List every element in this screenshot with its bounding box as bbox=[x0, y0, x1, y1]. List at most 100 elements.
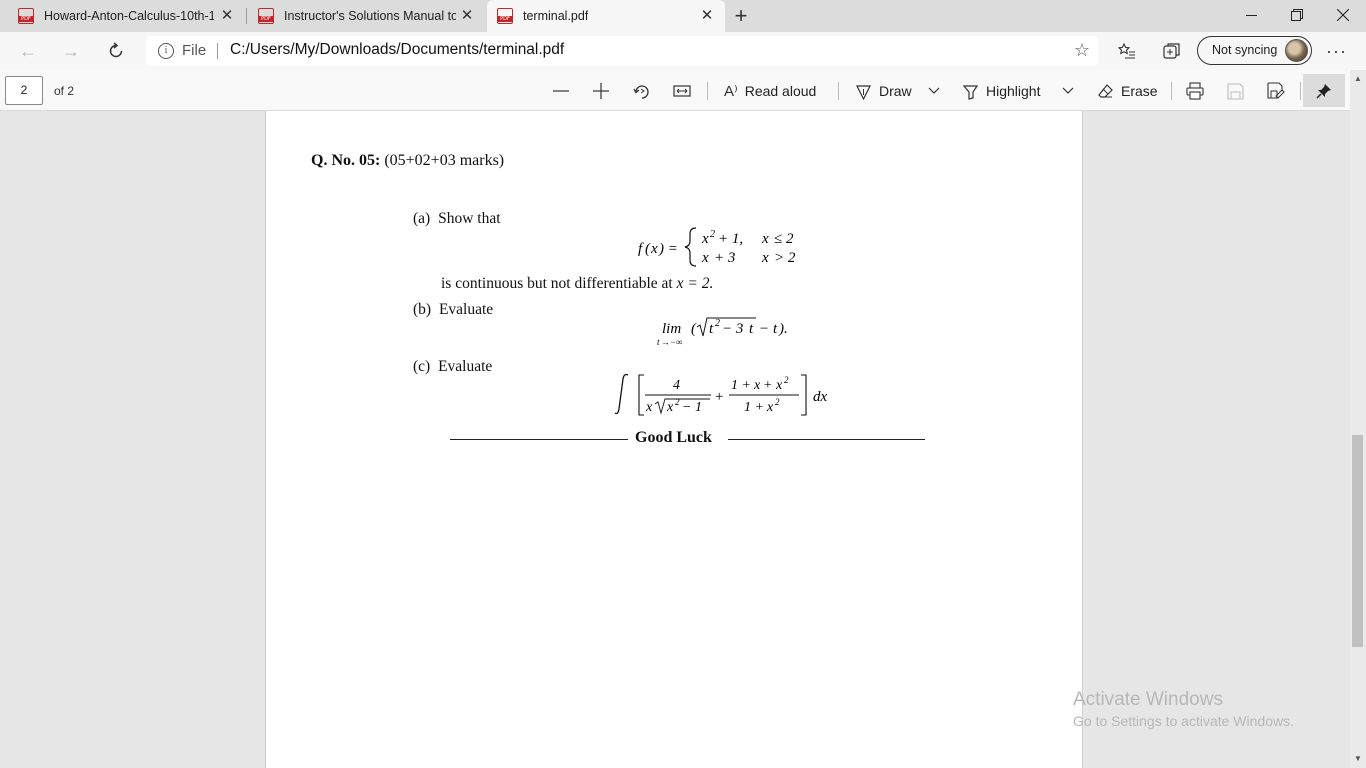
minimize-icon bbox=[1245, 14, 1257, 16]
part-c-label: (c) bbox=[413, 358, 431, 375]
profile-sync-button[interactable]: Not syncing bbox=[1197, 36, 1312, 65]
url-text[interactable]: C:/Users/My/Downloads/Documents/terminal… bbox=[230, 41, 564, 59]
print-button[interactable] bbox=[1186, 80, 1204, 102]
refresh-icon bbox=[109, 42, 123, 58]
vertical-scrollbar[interactable]: ▲ ▼ bbox=[1350, 70, 1366, 768]
scrollbar-thumb[interactable] bbox=[1352, 435, 1363, 647]
svg-text:x: x bbox=[753, 378, 761, 393]
integral-expression: 4 x x 2 − 1 + 1 + x + x 2 1 + x 2 dx bbox=[614, 373, 828, 416]
part-c-prompt: (c) Evaluate bbox=[413, 358, 492, 376]
zoom-in-button[interactable] bbox=[592, 80, 610, 102]
toolbar-divider bbox=[707, 82, 708, 100]
highlight-options-dropdown[interactable] bbox=[1062, 80, 1074, 102]
save-as-icon bbox=[1267, 82, 1285, 99]
erase-button[interactable]: Erase bbox=[1097, 80, 1158, 102]
read-aloud-icon: A⁾ bbox=[724, 83, 738, 100]
forward-arrow-icon: → bbox=[62, 40, 80, 61]
svg-text:+ 3: + 3 bbox=[714, 250, 735, 266]
rotate-icon bbox=[633, 85, 649, 99]
chevron-down-icon bbox=[928, 87, 940, 94]
rotate-button[interactable] bbox=[633, 80, 651, 102]
refresh-button[interactable] bbox=[102, 38, 130, 64]
svg-text:f: f bbox=[638, 241, 644, 257]
svg-text:) =: ) = bbox=[658, 241, 678, 257]
svg-text:2: 2 bbox=[710, 229, 715, 240]
watermark-title: Activate Windows bbox=[1073, 689, 1223, 710]
save-button[interactable] bbox=[1227, 80, 1244, 102]
close-tab-icon[interactable]: ✕ bbox=[219, 8, 235, 24]
pin-icon bbox=[1316, 83, 1331, 99]
document-viewport[interactable]: Q. No. 05: (05+02+03 marks) (a) Show tha… bbox=[0, 111, 1350, 768]
svg-text:t: t bbox=[773, 321, 778, 337]
draw-label: Draw bbox=[879, 83, 912, 99]
fit-width-icon bbox=[673, 85, 691, 97]
svg-text:x: x bbox=[650, 241, 658, 257]
highlighter-icon bbox=[962, 84, 979, 100]
close-tab-icon[interactable]: ✕ bbox=[699, 8, 715, 24]
back-arrow-icon: ← bbox=[19, 40, 37, 61]
close-icon bbox=[1337, 9, 1349, 21]
draw-button[interactable]: Draw bbox=[855, 80, 912, 102]
pin-toolbar-button[interactable] bbox=[1303, 74, 1345, 107]
page-number-input[interactable]: 2 bbox=[5, 76, 43, 105]
favorites-button[interactable] bbox=[1114, 39, 1140, 63]
tab-divider bbox=[246, 8, 247, 24]
svg-text:dx: dx bbox=[813, 389, 828, 405]
svg-text:1 +: 1 + bbox=[731, 378, 751, 393]
close-window-button[interactable] bbox=[1320, 0, 1366, 30]
scroll-down-icon[interactable]: ▼ bbox=[1354, 754, 1362, 763]
back-button[interactable]: ← bbox=[14, 38, 42, 64]
tab-howard-anton[interactable]: Howard-Anton-Calculus-10th-1 ✕ bbox=[0, 0, 245, 32]
svg-text:+: + bbox=[763, 378, 772, 393]
restore-button[interactable] bbox=[1274, 0, 1320, 30]
save-as-button[interactable] bbox=[1267, 80, 1285, 102]
page-count-label: of 2 bbox=[54, 84, 75, 98]
collections-button[interactable] bbox=[1159, 39, 1185, 63]
address-field[interactable]: i File C:/Users/My/Downloads/Documents/t… bbox=[146, 36, 1098, 66]
fit-page-button[interactable] bbox=[673, 80, 691, 102]
question-heading: Q. No. 05: (05+02+03 marks) bbox=[311, 152, 504, 170]
site-info-icon[interactable]: i bbox=[158, 43, 174, 59]
pdf-icon bbox=[497, 8, 513, 24]
draw-options-dropdown[interactable] bbox=[928, 80, 940, 102]
svg-text:(: ( bbox=[691, 321, 697, 337]
forward-button[interactable]: → bbox=[57, 38, 85, 64]
svg-text:x: x bbox=[701, 250, 709, 266]
watermark-subtitle: Go to Settings to activate Windows. bbox=[1073, 713, 1294, 729]
svg-text:4: 4 bbox=[673, 378, 680, 393]
new-tab-button[interactable]: + bbox=[730, 4, 752, 28]
scroll-up-icon[interactable]: ▲ bbox=[1354, 74, 1362, 83]
highlight-button[interactable]: Highlight bbox=[962, 80, 1040, 102]
minimize-button[interactable] bbox=[1228, 0, 1274, 30]
favorite-star-icon[interactable]: ☆ bbox=[1074, 40, 1090, 61]
part-c-text: Evaluate bbox=[438, 358, 493, 375]
avatar bbox=[1285, 39, 1308, 62]
tab-title: Instructor's Solutions Manual to bbox=[284, 9, 456, 23]
piecewise-function-equation: f ( x ) = x 2 + 1, x ≤ 2 x + 3 x > 2 bbox=[638, 227, 796, 267]
printer-icon bbox=[1186, 82, 1204, 100]
zoom-out-button[interactable] bbox=[552, 80, 570, 102]
svg-text:x: x bbox=[761, 250, 769, 266]
svg-text:2: 2 bbox=[784, 375, 789, 385]
part-a-label: (a) bbox=[413, 210, 431, 227]
svg-text:t: t bbox=[657, 337, 660, 347]
svg-text:+: + bbox=[714, 389, 724, 405]
svg-text:≤ 2: ≤ 2 bbox=[774, 231, 794, 247]
eraser-icon bbox=[1098, 83, 1113, 98]
tab-terminal-pdf[interactable]: terminal.pdf ✕ bbox=[487, 0, 725, 32]
close-tab-icon[interactable]: ✕ bbox=[459, 8, 475, 24]
svg-text:lim: lim bbox=[662, 321, 681, 337]
divider-right bbox=[728, 439, 925, 440]
tab-solutions-manual[interactable]: Instructor's Solutions Manual to ✕ bbox=[248, 0, 485, 32]
settings-more-button[interactable]: ··· bbox=[1326, 41, 1347, 62]
svg-text:− 3: − 3 bbox=[722, 321, 743, 337]
svg-text:x: x bbox=[761, 231, 769, 247]
pdf-icon bbox=[258, 8, 274, 24]
tab-strip: Howard-Anton-Calculus-10th-1 ✕ Instructo… bbox=[0, 0, 1366, 32]
activation-watermark: Activate Windows Go to Settings to activ… bbox=[1073, 689, 1294, 729]
closing-text: Good Luck bbox=[635, 429, 712, 446]
read-aloud-button[interactable]: A⁾ Read aloud bbox=[724, 80, 816, 102]
part-a-text: Show that bbox=[438, 210, 501, 227]
question-number: Q. No. 05: bbox=[311, 152, 381, 169]
svg-text:).: ). bbox=[778, 321, 788, 337]
